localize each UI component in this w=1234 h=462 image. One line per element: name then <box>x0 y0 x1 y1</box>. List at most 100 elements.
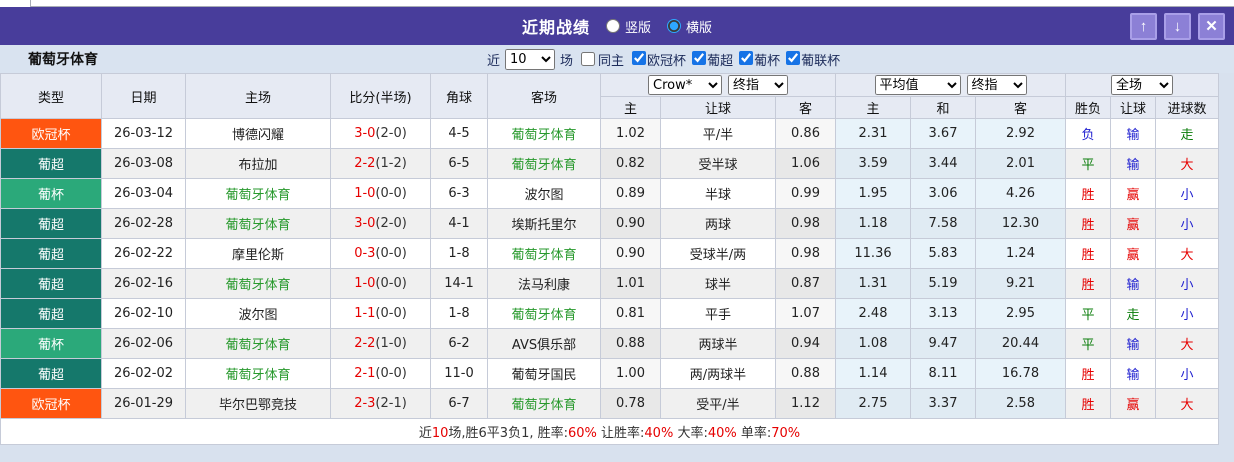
title-bar: 近期战绩 竖版 横版 ↑ ↓ ✕ <box>0 7 1234 45</box>
away-team: 葡萄牙体育 <box>487 298 601 329</box>
scope-select[interactable]: 全场 <box>1111 75 1173 95</box>
halftime-score: (1-2) <box>375 156 407 171</box>
result-outcome: 平 <box>1065 148 1111 179</box>
average-select[interactable]: 平均值 <box>874 75 961 95</box>
avg-draw: 5.19 <box>910 268 976 299</box>
average-odds-type-select[interactable]: 终指 <box>966 75 1027 95</box>
away-team: 葡萄牙国民 <box>487 358 601 389</box>
table-row: 葡杯 26-03-04 葡萄牙体育 1-0(0-0) 6-3 波尔图 0.89 半球 0.99 1… <box>0 178 1219 209</box>
avg-home: 2.31 <box>835 118 911 149</box>
summary-segment-5: 40% <box>644 426 674 441</box>
home-team: 葡萄牙体育 <box>185 268 331 299</box>
league-checkbox-0[interactable] <box>632 50 647 65</box>
result-outcome: 胜 <box>1065 238 1111 269</box>
away-team: 葡萄牙体育 <box>487 238 601 269</box>
odds-handicap: 半球 <box>660 178 776 209</box>
date-cell: 26-02-02 <box>101 358 186 389</box>
corner-cell: 11-0 <box>430 358 488 389</box>
sub-goals: 进球数 <box>1155 96 1219 119</box>
score-cell: 3-0(2-0) <box>330 208 431 239</box>
score-cell: 2-1(0-0) <box>330 358 431 389</box>
results-body: 欧冠杯 26-03-12 博德闪耀 3-0(2-0) 4-5 葡萄牙体育 1.02 平/半 0.… <box>0 118 1219 419</box>
result-goals: 小 <box>1155 298 1219 329</box>
same-home-checkbox[interactable] <box>581 52 596 66</box>
avg-home: 2.75 <box>835 388 911 419</box>
filter-controls: 近 10 场 同主 欧冠杯 葡超 葡杯 葡联杯 <box>487 48 840 70</box>
summary-segment-8: 单率: <box>736 426 772 441</box>
result-outcome: 负 <box>1065 118 1111 149</box>
date-cell: 26-01-29 <box>101 388 186 419</box>
header-corner: 角球 <box>430 73 488 119</box>
result-goals: 大 <box>1155 238 1219 269</box>
move-down-button[interactable]: ↓ <box>1164 12 1191 40</box>
date-cell: 26-02-22 <box>101 238 186 269</box>
league-checkbox-1[interactable] <box>692 50 707 65</box>
date-cell: 26-03-04 <box>101 178 186 209</box>
avg-draw: 3.37 <box>910 388 976 419</box>
halftime-score: (0-0) <box>375 366 407 381</box>
avg-home: 1.14 <box>835 358 911 389</box>
bookmaker-odds-type-select[interactable]: 终指 <box>728 75 788 95</box>
table-row: 欧冠杯 26-03-12 博德闪耀 3-0(2-0) 4-5 葡萄牙体育 1.02 平/半 0.… <box>0 118 1219 149</box>
date-cell: 26-03-08 <box>101 148 186 179</box>
move-up-button[interactable]: ↑ <box>1130 12 1157 40</box>
fulltime-score: 1-0 <box>354 186 376 201</box>
halftime-score: (1-0) <box>375 336 407 351</box>
league-label-3: 葡联杯 <box>801 53 841 69</box>
type-badge: 葡杯 <box>0 178 102 209</box>
away-team: 葡萄牙体育 <box>487 388 601 419</box>
odds-away: 0.88 <box>775 358 836 389</box>
match-count-select[interactable]: 10 <box>505 48 556 70</box>
odds-home: 1.01 <box>600 268 661 299</box>
score-cell: 0-3(0-0) <box>330 238 431 269</box>
fulltime-score: 1-1 <box>354 306 376 321</box>
near-label: 近 <box>487 53 501 69</box>
avg-away: 9.21 <box>975 268 1066 299</box>
halftime-score: (2-0) <box>375 126 407 141</box>
summary-segment-2: 场,胜6平3负1, 胜率: <box>448 426 568 441</box>
date-cell: 26-02-10 <box>101 298 186 329</box>
fulltime-score: 3-0 <box>354 216 376 231</box>
odds-away: 0.98 <box>775 238 836 269</box>
league-checkbox-3[interactable] <box>786 50 801 65</box>
avg-away: 2.58 <box>975 388 1066 419</box>
odds-handicap: 两/两球半 <box>660 358 776 389</box>
odds-handicap: 两球半 <box>660 328 776 359</box>
avg-away: 20.44 <box>975 328 1066 359</box>
table-row: 葡杯 26-02-06 葡萄牙体育 2-2(1-0) 6-2 AVS俱乐部 0.88 两球半 0… <box>0 328 1219 359</box>
league-checkbox-2[interactable] <box>739 50 754 65</box>
vertical-radio-input[interactable] <box>605 19 620 33</box>
result-handicap: 输 <box>1110 358 1156 389</box>
sub-away-odds: 客 <box>775 96 836 119</box>
table-row: 葡超 26-02-10 波尔图 1-1(0-0) 1-8 葡萄牙体育 0.81 平手 1.07 2… <box>0 298 1219 329</box>
header-away: 客场 <box>487 73 601 119</box>
result-handicap: 赢 <box>1110 208 1156 239</box>
result-handicap: 赢 <box>1110 238 1156 269</box>
close-button[interactable]: ✕ <box>1198 12 1225 40</box>
type-badge: 葡超 <box>0 148 102 179</box>
avg-away: 2.92 <box>975 118 1066 149</box>
home-team: 布拉加 <box>185 148 331 179</box>
bookmaker-select[interactable]: Crow* <box>648 75 722 95</box>
result-outcome: 平 <box>1065 328 1111 359</box>
type-badge: 葡杯 <box>0 328 102 359</box>
away-team: 法马利康 <box>487 268 601 299</box>
result-handicap: 赢 <box>1110 388 1156 419</box>
odds-home: 1.02 <box>600 118 661 149</box>
layout-radio-horizontal[interactable]: 横版 <box>667 17 712 36</box>
horizontal-radio-input[interactable] <box>667 19 681 33</box>
avg-away: 4.26 <box>975 178 1066 209</box>
odds-away: 1.07 <box>775 298 836 329</box>
result-goals: 大 <box>1155 388 1219 419</box>
odds-away: 0.98 <box>775 208 836 239</box>
summary-segment-4: 让胜率: <box>596 426 645 441</box>
layout-radio-vertical[interactable]: 竖版 <box>605 17 651 36</box>
home-team: 葡萄牙体育 <box>185 208 331 239</box>
result-outcome: 胜 <box>1065 268 1111 299</box>
avg-home: 2.48 <box>835 298 911 329</box>
table-row: 葡超 26-02-16 葡萄牙体育 1-0(0-0) 14-1 法马利康 1.01 球半 0.8… <box>0 268 1219 299</box>
type-badge: 葡超 <box>0 268 102 299</box>
corner-cell: 6-3 <box>430 178 488 209</box>
score-cell: 2-2(1-2) <box>330 148 431 179</box>
league-filter-list: 欧冠杯 葡超 葡杯 葡联杯 <box>626 50 840 69</box>
